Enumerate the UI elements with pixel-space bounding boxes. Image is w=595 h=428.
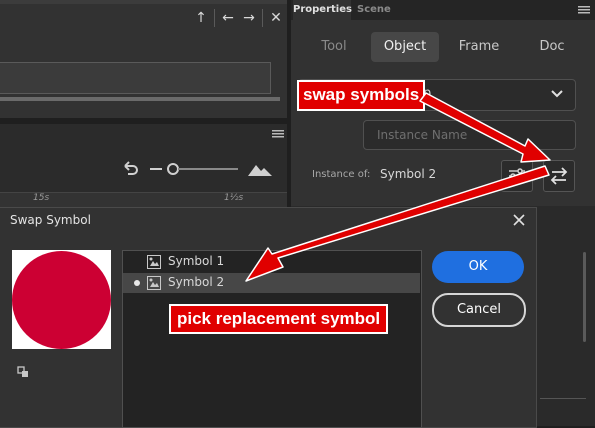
scrollbar[interactable]: [583, 252, 586, 342]
movie-clip-icon: [147, 276, 161, 290]
undo-icon[interactable]: [120, 159, 140, 179]
divider: [214, 9, 215, 27]
close-icon[interactable]: ✕: [267, 9, 285, 27]
tab-scene[interactable]: Scene: [357, 0, 391, 20]
symbol-name: Symbol 2: [168, 275, 225, 289]
mountain-icon[interactable]: [248, 160, 272, 178]
ok-button[interactable]: OK: [432, 251, 524, 283]
instance-of-label: Instance of:: [312, 169, 371, 180]
swap-symbols-callout: swap symbols: [297, 80, 426, 111]
mode-frame[interactable]: Frame: [447, 32, 511, 62]
panel-menu-icon[interactable]: [578, 6, 590, 14]
mode-doc[interactable]: Doc: [521, 32, 583, 62]
ruler-label: 1½s: [224, 193, 244, 203]
instance-name-input[interactable]: Instance Name: [363, 120, 576, 150]
tab-properties[interactable]: Properties: [293, 0, 352, 20]
symbol-name: Symbol 1: [168, 254, 225, 268]
arrow-up-icon[interactable]: ↑: [192, 9, 210, 27]
arrow-right-icon[interactable]: →: [240, 9, 258, 27]
mode-tool[interactable]: Tool: [305, 32, 363, 62]
swap-symbol-button[interactable]: [543, 160, 575, 192]
scene-scrollbar[interactable]: [0, 97, 280, 101]
scene-layer-box: [0, 62, 271, 94]
dialog-title: Swap Symbol: [10, 213, 91, 227]
list-item-selected[interactable]: Symbol 2: [123, 273, 420, 293]
mode-object[interactable]: Object: [371, 32, 439, 62]
top-strip: [0, 0, 287, 4]
cancel-button[interactable]: Cancel: [432, 293, 526, 327]
edit-properties-button[interactable]: [501, 160, 533, 192]
current-symbol-dot: [134, 280, 140, 286]
swap-icon: [550, 167, 568, 185]
movie-clip-icon: [147, 255, 161, 269]
chevron-down-icon[interactable]: [550, 88, 564, 100]
panel-menu-icon[interactable]: [272, 130, 284, 138]
preview-shape: [12, 251, 111, 349]
ruler-label: 15s: [33, 193, 50, 203]
sliders-icon: [509, 168, 525, 184]
duplicate-symbol-icon[interactable]: [17, 366, 29, 378]
close-icon[interactable]: [512, 213, 526, 227]
callout-text: swap symbols: [297, 80, 426, 111]
arrow-left-icon[interactable]: ←: [219, 9, 237, 27]
instance-of-value: Symbol 2: [380, 167, 437, 181]
list-item[interactable]: Symbol 1: [123, 252, 420, 272]
zoom-slider[interactable]: [150, 160, 240, 178]
divider: [262, 9, 263, 27]
divider: [540, 398, 586, 399]
pick-replacement-callout: pick replacement symbol: [169, 304, 389, 334]
callout-text: pick replacement symbol: [169, 304, 389, 334]
